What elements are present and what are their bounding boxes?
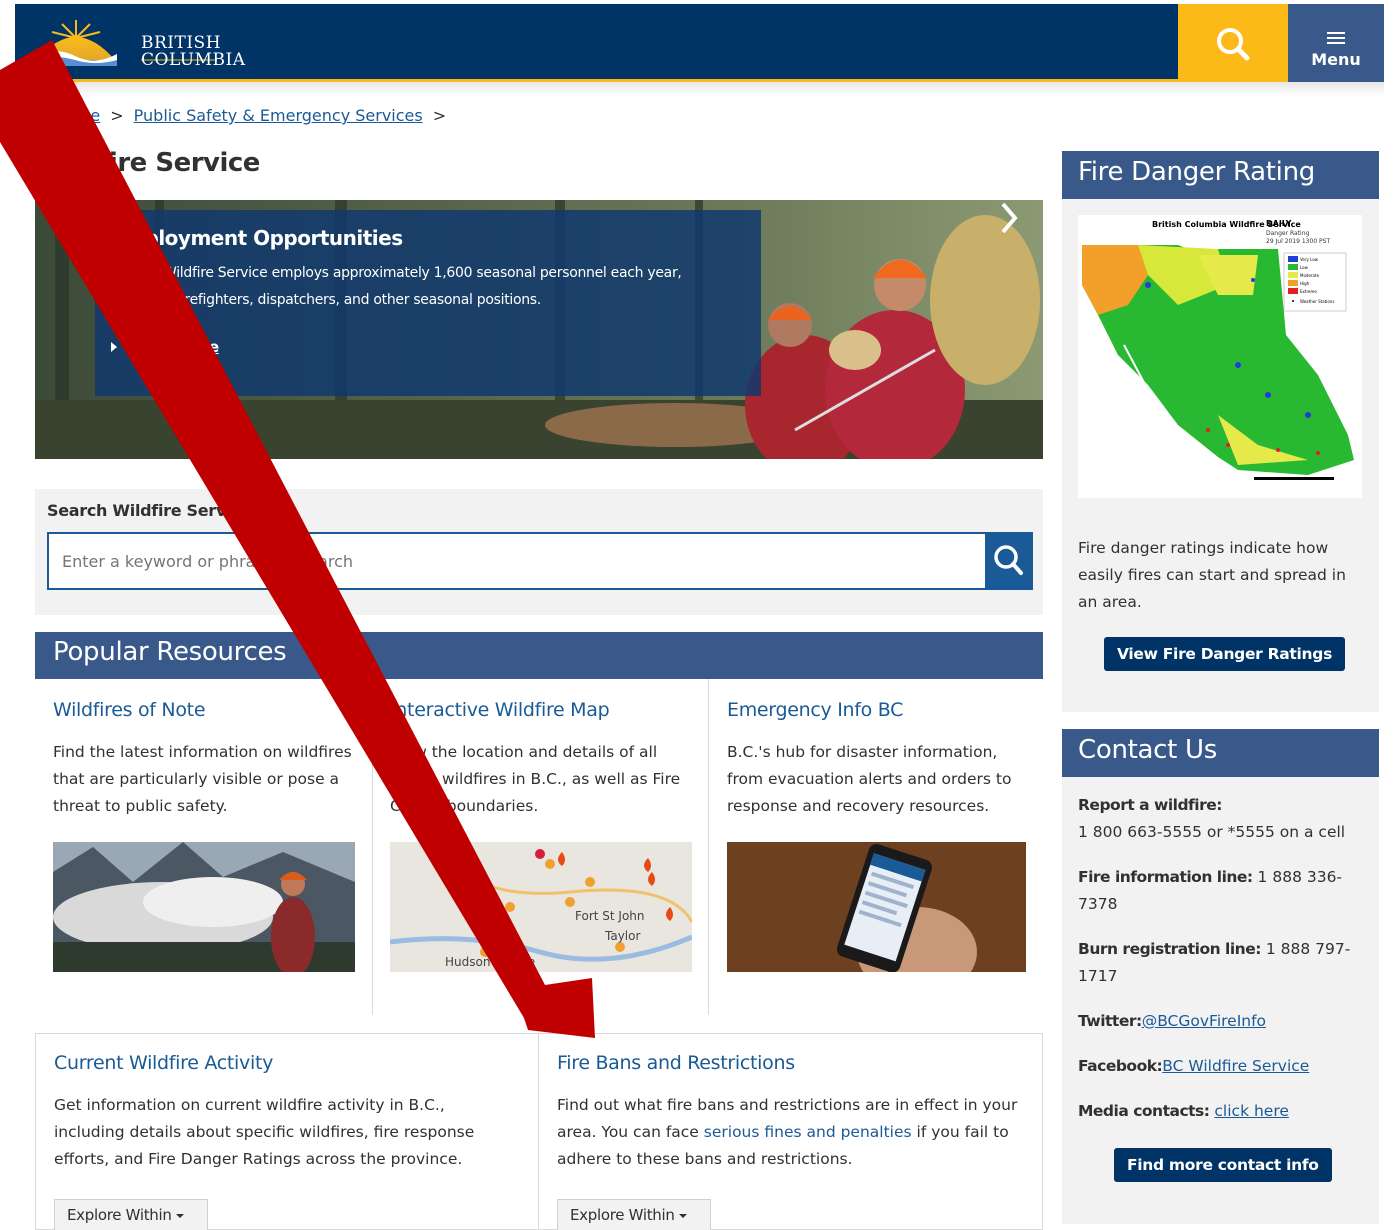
fire-bans-link[interactable]: Fire Bans and Restrictions <box>557 1052 1024 1074</box>
map-label-hudsons-hope: Hudson's Hope <box>445 955 535 969</box>
current-wildfire-activity-text: Get information on current wildfire acti… <box>54 1096 475 1168</box>
site-header: BRITISH COLUMBIA Menu <box>15 4 1384 82</box>
breadcrumb-separator: > <box>432 106 447 125</box>
twitter-label: Twitter: <box>1078 1012 1142 1030</box>
breadcrumb-home[interactable]: Home <box>53 106 100 125</box>
caret-down-icon <box>175 1213 184 1218</box>
logo-text: BRITISH COLUMBIA <box>141 35 246 69</box>
media-contacts-link[interactable]: click here <box>1214 1102 1289 1120</box>
contact-details: Report a wildfire: 1 800 663-5555 or *555… <box>1078 792 1368 1143</box>
explore-within-label: Explore Within <box>570 1206 675 1224</box>
caret-down-icon <box>678 1213 687 1218</box>
wildfires-of-note-link[interactable]: Wildfires of Note <box>53 699 354 721</box>
map-date: 29 Jul 2019 1300 PST <box>1266 238 1330 245</box>
card-fire-bans: Fire Bans and Restrictions Find out what… <box>538 1033 1043 1230</box>
search-submit-button[interactable] <box>985 532 1033 590</box>
contact-panel: Contact Us Report a wildfire: 1 800 663-5… <box>1062 729 1379 1224</box>
chevron-right-icon[interactable] <box>997 200 1021 236</box>
map-label-fort-st-john: Fort St John <box>575 909 645 923</box>
fire-info-line: Fire information line: 1 888 336-7378 <box>1078 864 1368 918</box>
facebook-label: Facebook: <box>1078 1057 1163 1075</box>
breadcrumb-public-safety[interactable]: Public Safety & Emergency Services <box>134 106 423 125</box>
current-wildfire-activity-link[interactable]: Current Wildfire Activity <box>54 1052 520 1074</box>
bc-logo[interactable]: BRITISH COLUMBIA <box>35 16 245 70</box>
fire-bans-text: Find out what fire bans and restrictions… <box>557 1092 1024 1173</box>
legend-low: Low <box>1300 265 1309 270</box>
explore-within-label: Explore Within <box>67 1206 172 1224</box>
resource-emergency-info: Emergency Info BC B.C.'s hub for disaste… <box>709 679 1043 1014</box>
map-label-taylor: Taylor <box>604 929 640 943</box>
fire-danger-heading: Fire Danger Rating <box>1062 151 1379 199</box>
interactive-wildfire-map-text: View the location and details of all act… <box>390 743 681 815</box>
search-icon <box>1217 28 1250 61</box>
learn-more-link[interactable]: Learn more <box>111 338 219 356</box>
search-heading: Search Wildfire Service <box>47 501 251 520</box>
breadcrumb-separator: > <box>110 106 124 125</box>
map-daily: DAILY <box>1266 219 1292 228</box>
header-shadow <box>15 82 1384 96</box>
explore-within-button[interactable]: Explore Within <box>557 1199 711 1230</box>
media-line: Media contacts: click here <box>1078 1098 1368 1125</box>
fire-danger-map[interactable]: British Columbia Wildfire Service DAILY … <box>1078 215 1362 498</box>
resource-wildfires-of-note: Wildfires of Note Find the latest inform… <box>35 679 372 1014</box>
search-input[interactable] <box>47 532 985 590</box>
wildfire-smoke-image[interactable] <box>53 842 355 972</box>
find-more-contact-info-button[interactable]: Find more contact info <box>1114 1148 1332 1182</box>
report-label: Report a wildfire: <box>1078 796 1222 814</box>
media-label: Media contacts: <box>1078 1102 1210 1120</box>
phone-app-image[interactable] <box>727 842 1026 972</box>
hero-caption: Employment Opportunities The BC Wildfire… <box>95 210 761 396</box>
wildfires-of-note-text: Find the latest information on wildfires… <box>53 743 352 815</box>
breadcrumb: Home > Public Safety & Emergency Services > <box>53 106 456 125</box>
info-label: Fire information line: <box>1078 868 1253 886</box>
fire-danger-panel: Fire Danger Rating British Columbia Wild… <box>1062 151 1379 712</box>
page-title: Wildfire Service <box>35 148 260 178</box>
burn-registration-line: Burn registration line: 1 888 797-1717 <box>1078 936 1368 990</box>
chevron-left-icon[interactable] <box>57 200 81 236</box>
view-fire-danger-ratings-button[interactable]: View Fire Danger Ratings <box>1104 637 1345 671</box>
hamburger-icon <box>1327 32 1345 44</box>
fines-penalties-link[interactable]: serious fines and penalties <box>704 1123 912 1141</box>
menu-button[interactable]: Menu <box>1288 4 1384 82</box>
card-current-wildfire-activity: Current Wildfire Activity Get informatio… <box>35 1033 539 1230</box>
burn-label: Burn registration line: <box>1078 940 1261 958</box>
menu-label: Menu <box>1311 50 1361 69</box>
contact-heading: Contact Us <box>1062 729 1379 777</box>
twitter-link[interactable]: @BCGovFireInfo <box>1142 1012 1266 1030</box>
fire-danger-text: Fire danger ratings indicate how easily … <box>1078 539 1346 611</box>
emergency-info-bc-link[interactable]: Emergency Info BC <box>727 699 1025 721</box>
legend-very-low: Very Low <box>1300 257 1319 262</box>
header-search-button[interactable] <box>1178 4 1288 82</box>
explore-within-button[interactable]: Explore Within <box>54 1199 208 1230</box>
legend-weather-stations: Weather Stations <box>1300 299 1334 304</box>
emergency-info-bc-text: B.C.'s hub for disaster information, fro… <box>727 743 1012 815</box>
facebook-link[interactable]: BC Wildfire Service <box>1162 1057 1309 1075</box>
map-sub: Danger Rating <box>1266 230 1310 237</box>
twitter-line: Twitter:@BCGovFireInfo <box>1078 1008 1368 1035</box>
facebook-line: Facebook:BC Wildfire Service <box>1078 1053 1368 1080</box>
legend-moderate: Moderate <box>1300 273 1320 278</box>
report-value: 1 800 663-5555 or *5555 on a cell <box>1078 823 1346 841</box>
legend-extreme: Extreme <box>1300 289 1317 294</box>
wildfire-map-image[interactable]: Fort St John Taylor Hudson's Hope <box>390 842 692 972</box>
hero-title: Employment Opportunities <box>111 226 403 250</box>
logo-line2: COLUMBIA <box>141 50 246 70</box>
search-panel: Search Wildfire Service <box>35 489 1043 615</box>
hero-carousel: Employment Opportunities The BC Wildfire… <box>35 200 1043 459</box>
popular-resources-heading: Popular Resources <box>35 632 1043 679</box>
interactive-wildfire-map-link[interactable]: Interactive Wildfire Map <box>390 699 691 721</box>
legend-high: High <box>1300 281 1310 286</box>
search-icon <box>994 545 1023 575</box>
caret-right-icon <box>111 342 117 352</box>
hero-text: The BC Wildfire Service employs approxim… <box>111 265 682 308</box>
report-wildfire: Report a wildfire: 1 800 663-5555 or *555… <box>1078 792 1368 846</box>
resource-interactive-map: Interactive Wildfire Map View the locati… <box>372 679 709 1014</box>
learn-more-label: Learn more <box>127 338 219 356</box>
